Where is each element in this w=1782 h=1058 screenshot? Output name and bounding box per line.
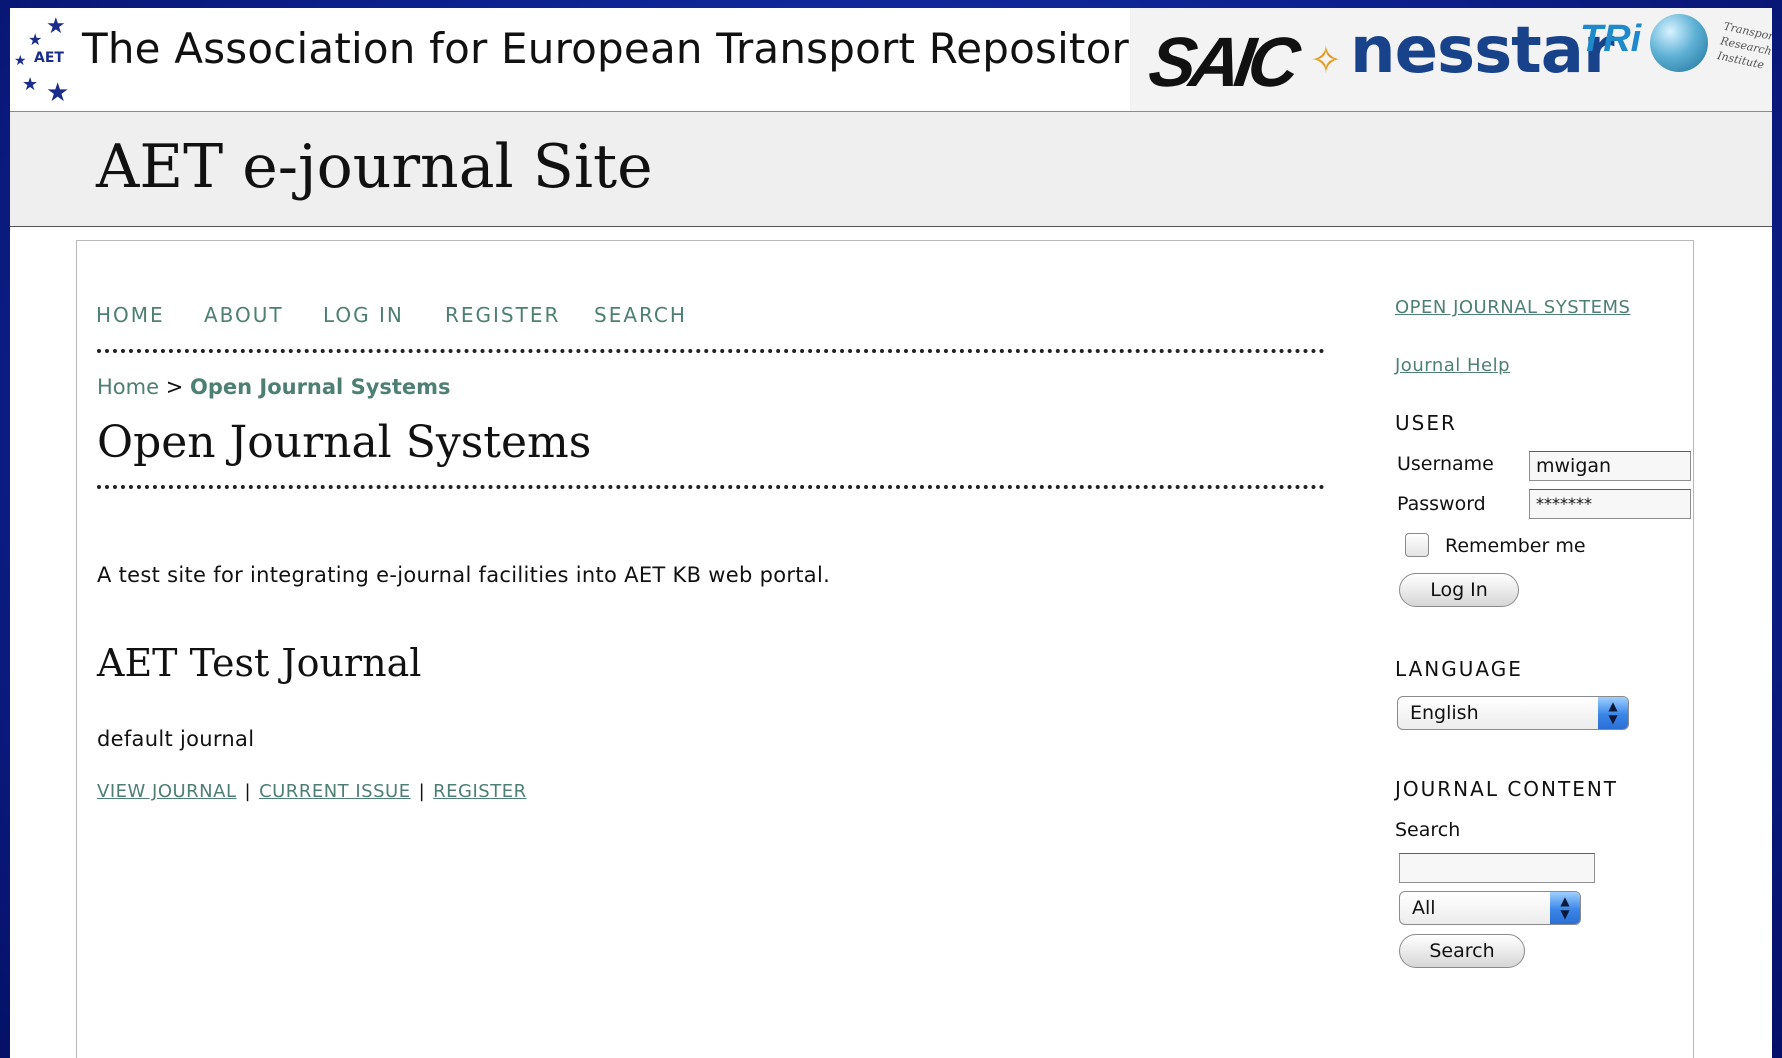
star-icon: ★	[46, 78, 70, 108]
breadcrumb: Home > Open Journal Systems	[97, 375, 451, 399]
tri-institute-text: Transport Research Institute	[1716, 19, 1772, 75]
username-label: Username	[1397, 453, 1494, 475]
language-select[interactable]: English ▲ ▼	[1397, 696, 1629, 730]
search-button[interactable]: Search	[1399, 934, 1525, 968]
star-icon: ★	[46, 14, 66, 39]
site-description: A test site for integrating e-journal fa…	[97, 563, 831, 587]
journal-content-title: JOURNAL CONTENT	[1395, 777, 1619, 801]
link-separator: |	[244, 781, 252, 802]
repository-title: The Association for European Transport R…	[82, 24, 1155, 73]
repository-banner: ★ ★ ★ ★ ★ AET The Association for Europe…	[10, 8, 1772, 112]
password-input[interactable]: *******	[1529, 489, 1691, 519]
user-block-title: USER	[1395, 411, 1457, 435]
remember-me-label: Remember me	[1445, 535, 1586, 557]
breadcrumb-home[interactable]: Home	[97, 375, 159, 399]
select-arrows-icon: ▲ ▼	[1550, 892, 1580, 924]
star-icon: ★	[22, 74, 39, 95]
sidebar: OPEN JOURNAL SYSTEMS Journal Help USER U…	[1395, 241, 1693, 1058]
search-scope-select[interactable]: All ▲ ▼	[1399, 891, 1581, 925]
current-issue-link[interactable]: CURRENT ISSUE	[259, 781, 411, 802]
title-divider	[97, 485, 1325, 489]
star-icon: ★	[14, 53, 27, 69]
language-selected: English	[1410, 702, 1479, 724]
sponsor-logos: SAIC ✧ nesstar TRi Transport Research In…	[1130, 8, 1772, 111]
page-title: Open Journal Systems	[97, 417, 592, 468]
password-label: Password	[1397, 493, 1486, 515]
select-arrows-icon: ▲ ▼	[1598, 697, 1628, 729]
journal-register-link[interactable]: REGISTER	[433, 781, 526, 802]
tri-logo[interactable]: TRi	[1580, 18, 1641, 61]
journal-links: VIEW JOURNAL | CURRENT ISSUE | REGISTER	[97, 781, 527, 802]
search-input[interactable]	[1399, 853, 1595, 883]
journal-title: AET Test Journal	[97, 641, 422, 685]
remember-me-checkbox[interactable]	[1405, 533, 1429, 557]
view-journal-link[interactable]: VIEW JOURNAL	[97, 781, 236, 802]
site-title: AET e-journal Site	[96, 132, 653, 202]
link-separator: |	[418, 781, 426, 802]
browser-viewport: ★ ★ ★ ★ ★ AET The Association for Europe…	[10, 8, 1772, 1058]
journal-description: default journal	[97, 727, 255, 751]
breadcrumb-current[interactable]: Open Journal Systems	[190, 375, 451, 399]
username-input[interactable]: mwigan	[1529, 451, 1691, 481]
journal-help-link[interactable]: Journal Help	[1395, 355, 1510, 376]
aet-logo[interactable]: ★ ★ ★ ★ ★ AET	[12, 14, 82, 108]
aet-logo-text: AET	[34, 50, 64, 66]
search-label: Search	[1395, 819, 1461, 841]
main-panel: HOME ABOUT LOG IN REGISTER SEARCH Home >…	[76, 240, 1694, 1058]
nav-about[interactable]: ABOUT	[204, 303, 284, 327]
language-block-title: LANGUAGE	[1395, 657, 1523, 681]
nav-register[interactable]: REGISTER	[445, 303, 560, 327]
nesstar-logo[interactable]: nesstar	[1350, 14, 1614, 88]
site-header: AET e-journal Site	[10, 112, 1772, 227]
log-in-button[interactable]: Log In	[1399, 573, 1519, 607]
saic-logo[interactable]: SAIC	[1144, 22, 1299, 102]
search-scope-selected: All	[1412, 897, 1436, 919]
open-journal-systems-link[interactable]: OPEN JOURNAL SYSTEMS	[1395, 297, 1630, 318]
nesstar-mark-icon: ✧	[1310, 38, 1342, 82]
star-icon: ★	[28, 30, 43, 49]
nav-search[interactable]: SEARCH	[594, 303, 687, 327]
nav-home[interactable]: HOME	[96, 303, 165, 327]
nav-divider	[97, 349, 1325, 353]
breadcrumb-separator: >	[165, 375, 184, 399]
nav-log-in[interactable]: LOG IN	[323, 303, 404, 327]
globe-icon	[1650, 14, 1708, 72]
